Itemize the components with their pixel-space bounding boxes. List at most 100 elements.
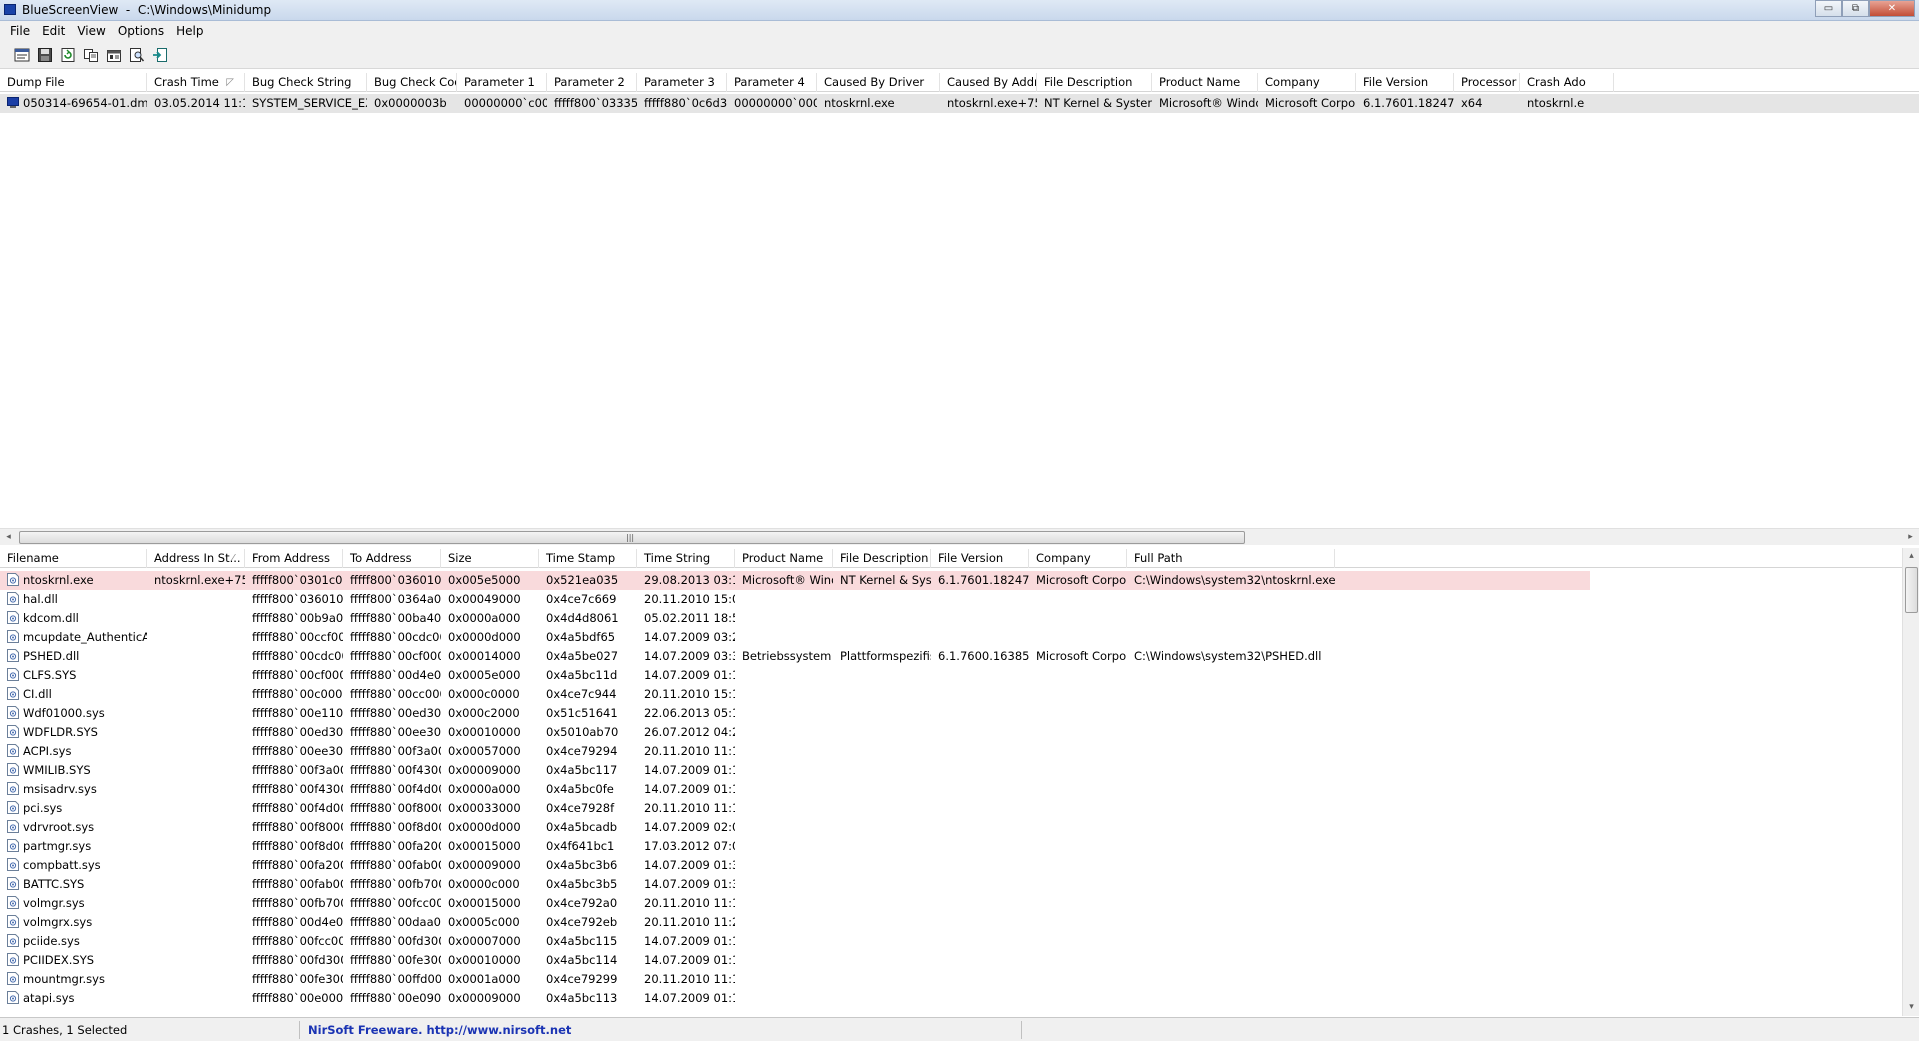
dump-file-icon <box>7 97 19 108</box>
cell-text: 0x4a5bdf65 <box>546 630 616 644</box>
table-row[interactable]: ACPI.sys fffff880`00ee3000 fffff880`00f3a0… <box>0 742 1335 761</box>
table-row[interactable]: BATTC.SYS fffff880`00fab000 fffff880`00fb7… <box>0 875 1335 894</box>
column-header-company[interactable]: Company <box>1029 549 1127 568</box>
column-header-size[interactable]: Size <box>441 549 539 568</box>
table-row[interactable]: WMILIB.SYS fffff880`00f3a000 fffff880`00f4… <box>0 761 1335 780</box>
save-selected-button[interactable] <box>33 44 56 66</box>
menu-file[interactable]: File <box>4 24 36 38</box>
table-row[interactable]: ntoskrnl.exe ntoskrnl.exe+75169 fffff800`0… <box>0 571 1590 590</box>
scroll-right-arrow-icon[interactable]: ▸ <box>1902 529 1919 546</box>
column-header-to-address[interactable]: To Address <box>343 549 441 568</box>
copy-button[interactable] <box>79 44 102 66</box>
column-header-product-name[interactable]: Product Name <box>735 549 833 568</box>
table-row[interactable]: vdrvroot.sys fffff880`00f80000 fffff880`00… <box>0 818 1335 837</box>
cell-text: 14.07.2009 01:19:48 <box>644 953 735 967</box>
menu-help[interactable]: Help <box>170 24 209 38</box>
column-header-crash-time[interactable]: Crash Time ◸ <box>147 73 245 92</box>
table-row[interactable]: CI.dll fffff880`00c00000 fffff880`00cc0000… <box>0 685 1335 704</box>
driver-list-vertical-scrollbar[interactable]: ▴ ▾ <box>1902 548 1919 1016</box>
cell-company <box>1029 780 1127 799</box>
table-row[interactable]: pci.sys fffff880`00f4d000 fffff880`00f8000… <box>0 799 1335 818</box>
table-row[interactable]: compbatt.sys fffff880`00fa2000 fffff880`00… <box>0 856 1335 875</box>
table-row[interactable]: 050314-69654-01.dmp 03.05.2014 11:18:11 SY… <box>0 94 1919 113</box>
close-button[interactable]: ✕ <box>1869 0 1915 17</box>
table-row[interactable]: atapi.sys fffff880`00e00000 fffff880`00e09… <box>0 989 1335 1008</box>
table-row[interactable]: WDFLDR.SYS fffff880`00ed3000 fffff880`00ee… <box>0 723 1335 742</box>
cell-file-description <box>833 742 931 761</box>
column-header-company[interactable]: Company <box>1258 73 1356 92</box>
exit-button[interactable] <box>148 44 171 66</box>
cell-text: 26.07.2012 04:29:04 <box>644 725 735 739</box>
scroll-up-arrow-icon[interactable]: ▴ <box>1903 548 1919 565</box>
cell-text: 0x0000c000 <box>448 877 520 891</box>
table-row[interactable]: mcupdate_AuthenticAMD.dll fffff880`00ccf0… <box>0 628 1335 647</box>
table-row[interactable]: CLFS.SYS fffff880`00cf0000 fffff880`00d4e0… <box>0 666 1335 685</box>
menu-view[interactable]: View <box>71 24 111 38</box>
scroll-left-arrow-icon[interactable]: ◂ <box>0 529 17 546</box>
menu-options[interactable]: Options <box>112 24 170 38</box>
table-row[interactable]: pciide.sys fffff880`00fcc000 fffff880`00fd… <box>0 932 1335 951</box>
table-row[interactable]: volmgrx.sys fffff880`00d4e000 fffff880`00d… <box>0 913 1335 932</box>
vertical-scroll-thumb[interactable] <box>1905 567 1918 613</box>
menu-bar: File Edit View Options Help <box>0 21 1919 41</box>
column-header-parameter-2[interactable]: Parameter 2 <box>547 73 637 92</box>
column-header-bug-check-code[interactable]: Bug Check Code <box>367 73 457 92</box>
column-header-file-version[interactable]: File Version <box>1356 73 1454 92</box>
cell-text: fffff880`00e00000 <box>252 991 343 1005</box>
table-row[interactable]: hal.dll fffff800`03601000 fffff800`0364a00… <box>0 590 1335 609</box>
column-header-label: Parameter 3 <box>644 75 715 89</box>
cell-text: 0x00049000 <box>448 592 521 606</box>
column-header-parameter-4[interactable]: Parameter 4 <box>727 73 817 92</box>
table-row[interactable]: kdcom.dll fffff880`00b9a000 fffff880`00ba4… <box>0 609 1335 628</box>
column-header-file-version[interactable]: File Version <box>931 549 1029 568</box>
column-header-caused-by-address[interactable]: Caused By Address <box>940 73 1037 92</box>
column-header-from-address[interactable]: From Address <box>245 549 343 568</box>
table-row[interactable]: PSHED.dll fffff880`00cdc000 fffff880`00cf0… <box>0 647 1335 666</box>
column-header-bug-check-string[interactable]: Bug Check String <box>245 73 367 92</box>
column-header-caused-by-driver[interactable]: Caused By Driver <box>817 73 940 92</box>
cell-text: fffff800`03601000 <box>252 592 343 606</box>
cell-text: 03.05.2014 11:18:11 <box>154 96 245 110</box>
cell-file-version <box>931 799 1029 818</box>
scroll-down-arrow-icon[interactable]: ▾ <box>1903 999 1919 1016</box>
save-html-report-button[interactable] <box>10 44 33 66</box>
properties-button[interactable] <box>102 44 125 66</box>
column-header-file-description[interactable]: File Description <box>1037 73 1152 92</box>
column-header-processor[interactable]: Processor <box>1454 73 1520 92</box>
table-row[interactable]: PCIIDEX.SYS fffff880`00fd3000 fffff880`00f… <box>0 951 1335 970</box>
cell-size: 0x00014000 <box>441 647 539 666</box>
cell-to-address: fffff880`00ffd000 <box>343 970 441 989</box>
menu-edit[interactable]: Edit <box>36 24 71 38</box>
column-header-crash-ado[interactable]: Crash Ado <box>1520 73 1614 92</box>
cell-text: 22.06.2013 05:13:05 <box>644 706 735 720</box>
column-header-dump-file[interactable]: Dump File <box>0 73 147 92</box>
horizontal-scroll-thumb[interactable]: ||| <box>19 531 1245 544</box>
column-header-time-string[interactable]: Time String <box>637 549 735 568</box>
cell-full-path <box>1127 818 1335 837</box>
restore-button[interactable]: ⧉ <box>1842 0 1869 17</box>
crash-list-horizontal-scrollbar[interactable]: ◂ ||| ▸ <box>0 528 1919 545</box>
table-row[interactable]: mountmgr.sys fffff880`00fe3000 fffff880`00… <box>0 970 1335 989</box>
column-header-file-description[interactable]: File Description <box>833 549 931 568</box>
table-row[interactable]: volmgr.sys fffff880`00fb7000 fffff880`00fc… <box>0 894 1335 913</box>
column-header-time-stamp[interactable]: Time Stamp <box>539 549 637 568</box>
cell-address-in-st <box>147 894 245 913</box>
column-header-parameter-3[interactable]: Parameter 3 <box>637 73 727 92</box>
column-header-product-name[interactable]: Product Name <box>1152 73 1258 92</box>
minimize-button[interactable]: ▭ <box>1815 0 1842 17</box>
cell-text: 0x00009000 <box>448 858 521 872</box>
find-button[interactable] <box>125 44 148 66</box>
column-header-address-in-st[interactable]: Address In St... ⁄ <box>147 549 245 568</box>
cell-text: Microsoft® Window... <box>1159 96 1258 110</box>
nirsoft-link[interactable]: NirSoft Freeware. http://www.nirsoft.net <box>306 1021 1022 1039</box>
column-header-full-path[interactable]: Full Path <box>1127 549 1335 568</box>
table-row[interactable]: Wdf01000.sys fffff880`00e11000 fffff880`00… <box>0 704 1335 723</box>
table-row[interactable]: msisadrv.sys fffff880`00f43000 fffff880`00… <box>0 780 1335 799</box>
column-header-parameter-1[interactable]: Parameter 1 <box>457 73 547 92</box>
cell-to-address: fffff880`00d4e000 <box>343 666 441 685</box>
table-row[interactable]: partmgr.sys fffff880`00f8d000 fffff880`00f… <box>0 837 1335 856</box>
refresh-button[interactable] <box>56 44 79 66</box>
cell-company <box>1029 723 1127 742</box>
column-header-filename[interactable]: Filename <box>0 549 147 568</box>
properties-icon <box>106 49 121 62</box>
